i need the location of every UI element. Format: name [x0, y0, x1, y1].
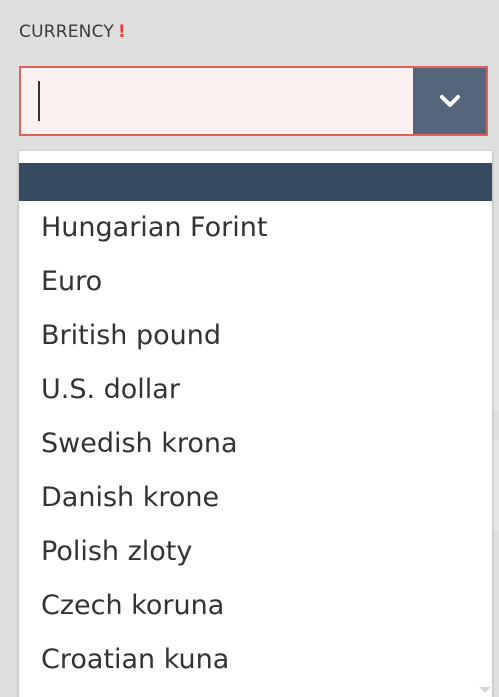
currency-option[interactable]: Danish krone — [19, 471, 492, 525]
currency-option[interactable]: Polish zloty — [19, 525, 492, 579]
currency-option[interactable]: British pound — [19, 309, 492, 363]
currency-option[interactable]: Swedish krona — [19, 417, 492, 471]
currency-option[interactable]: Czech koruna — [19, 579, 492, 633]
currency-select[interactable] — [19, 66, 488, 136]
scroll-down-icon[interactable] — [479, 687, 491, 693]
text-cursor — [38, 81, 40, 121]
currency-form: CURRENCY! Hungarian Forint Euro British … — [0, 0, 499, 697]
currency-option[interactable]: U.S. dollar — [19, 363, 492, 417]
currency-label: CURRENCY! — [19, 22, 126, 42]
currency-option[interactable]: Croatian kuna — [19, 633, 492, 687]
dropdown-toggle-button[interactable] — [413, 68, 486, 134]
dropdown-empty-option[interactable] — [19, 163, 492, 201]
currency-label-text: CURRENCY — [19, 22, 114, 42]
currency-option[interactable]: Hungarian Forint — [19, 201, 492, 255]
currency-option[interactable]: Euro — [19, 255, 492, 309]
currency-dropdown: Hungarian Forint Euro British pound U.S.… — [19, 151, 492, 697]
currency-input[interactable] — [21, 68, 413, 134]
chevron-down-icon — [439, 95, 460, 107]
currency-options-list: Hungarian Forint Euro British pound U.S.… — [19, 201, 492, 687]
required-mark: ! — [117, 22, 126, 42]
